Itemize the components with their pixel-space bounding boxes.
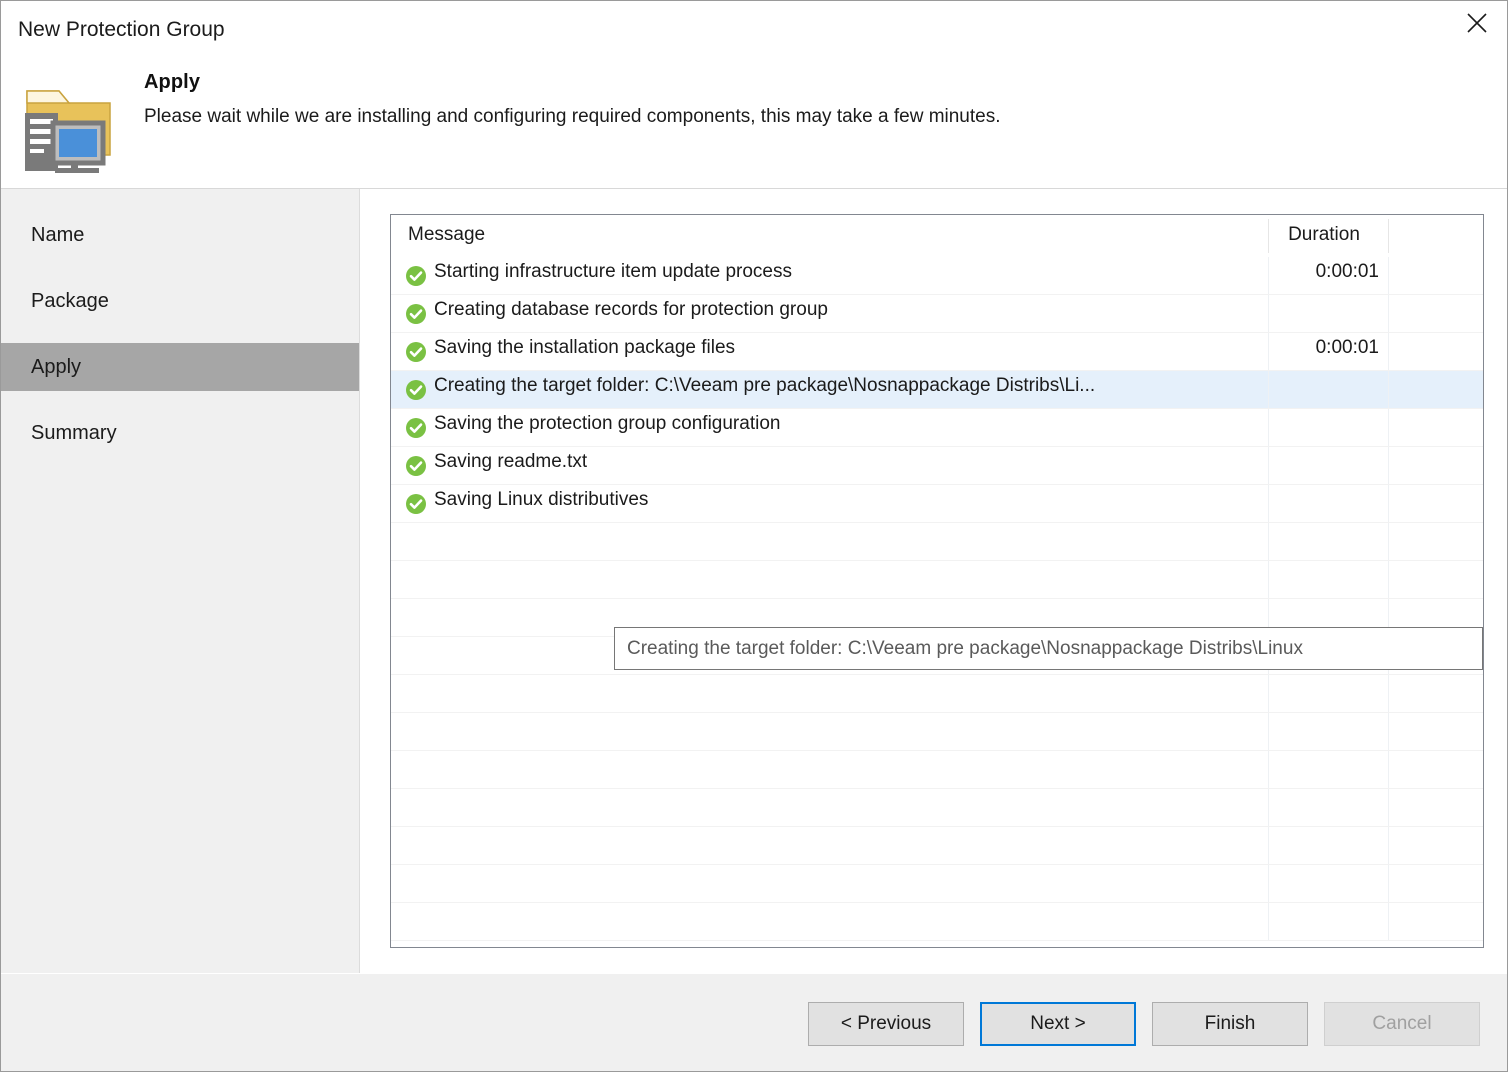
success-check-icon [405, 265, 427, 287]
column-divider [1268, 523, 1269, 560]
header-divider-2 [1388, 219, 1389, 253]
column-divider [1268, 713, 1269, 750]
tooltip: Creating the target folder: C:\Veeam pre… [614, 627, 1483, 670]
previous-button[interactable]: < Previous [808, 1002, 964, 1046]
column-divider [1388, 561, 1389, 598]
progress-list[interactable]: Message Duration Starting infrastructure… [390, 214, 1484, 948]
column-divider [1268, 485, 1269, 522]
success-check-icon [405, 303, 427, 325]
column-divider [1388, 751, 1389, 788]
column-divider [1268, 827, 1269, 864]
row-message: Creating database records for protection… [434, 299, 828, 320]
column-divider [1388, 827, 1389, 864]
column-divider [1268, 903, 1269, 940]
success-check-icon [405, 455, 427, 477]
next-button[interactable]: Next > [980, 1002, 1136, 1046]
table-row-empty [391, 865, 1483, 903]
column-divider [1268, 865, 1269, 902]
row-duration: 0:00:01 [1315, 261, 1379, 282]
table-row[interactable]: Starting infrastructure item update proc… [391, 257, 1483, 295]
success-check-icon [405, 379, 427, 401]
wizard-step-sidebar: Name Package Apply Summary [1, 189, 360, 973]
column-divider [1388, 675, 1389, 712]
success-check-icon [405, 493, 427, 515]
table-row-empty [391, 675, 1483, 713]
column-divider [1388, 903, 1389, 940]
table-row-empty [391, 523, 1483, 561]
new-protection-group-dialog: New Protection Group Apply Please wait w… [0, 0, 1508, 1072]
column-divider [1268, 561, 1269, 598]
table-row[interactable]: Saving the protection group configuratio… [391, 409, 1483, 447]
column-divider [1388, 409, 1389, 446]
table-row[interactable]: Creating database records for protection… [391, 295, 1483, 333]
row-message: Saving Linux distributives [434, 489, 649, 510]
column-divider [1388, 295, 1389, 332]
dialog-footer: < Previous Next > Finish Cancel [1, 973, 1507, 1071]
success-check-icon [405, 341, 427, 363]
table-row[interactable]: Creating the target folder: C:\Veeam pre… [391, 371, 1483, 409]
success-check-icon [405, 417, 427, 439]
row-message: Saving readme.txt [434, 451, 588, 472]
column-header-message[interactable]: Message [408, 224, 485, 246]
column-divider [1268, 295, 1269, 332]
column-divider [1268, 675, 1269, 712]
page-subtitle: Please wait while we are installing and … [144, 106, 1001, 127]
column-divider [1388, 865, 1389, 902]
table-row[interactable]: Saving the installation package files 0:0… [391, 333, 1483, 371]
close-icon[interactable] [1447, 1, 1507, 45]
table-row-empty [391, 561, 1483, 599]
table-row-empty [391, 903, 1483, 941]
table-row[interactable]: Saving readme.txt [391, 447, 1483, 485]
sidebar-item-name[interactable]: Name [1, 211, 359, 259]
list-header: Message Duration [391, 215, 1483, 258]
column-divider [1388, 333, 1389, 370]
cancel-button: Cancel [1324, 1002, 1480, 1046]
dialog-body: Name Package Apply Summary Message Duration… [1, 189, 1507, 973]
column-divider [1388, 257, 1389, 294]
column-divider [1268, 751, 1269, 788]
sidebar-item-package[interactable]: Package [1, 277, 359, 325]
table-row-empty [391, 751, 1483, 789]
column-divider [1388, 789, 1389, 826]
protection-group-folder-icon [15, 73, 121, 174]
table-row-empty [391, 713, 1483, 751]
column-divider [1388, 371, 1389, 408]
title-bar: New Protection Group [1, 1, 1507, 63]
column-divider [1388, 713, 1389, 750]
sidebar-item-summary[interactable]: Summary [1, 409, 359, 457]
page-title: Apply [144, 71, 201, 93]
row-duration: 0:00:01 [1315, 337, 1379, 358]
column-divider [1388, 447, 1389, 484]
column-header-duration[interactable]: Duration [1269, 224, 1379, 246]
table-row[interactable]: Saving Linux distributives [391, 485, 1483, 523]
list-rows: Starting infrastructure item update proc… [391, 257, 1483, 947]
column-divider [1268, 371, 1269, 408]
column-divider [1388, 485, 1389, 522]
column-divider [1388, 523, 1389, 560]
column-divider [1268, 789, 1269, 826]
column-divider [1268, 409, 1269, 446]
row-message: Starting infrastructure item update proc… [434, 261, 793, 282]
finish-button[interactable]: Finish [1152, 1002, 1308, 1046]
sidebar-item-apply[interactable]: Apply [1, 343, 359, 391]
row-message: Saving the installation package files [434, 337, 736, 358]
row-message: Saving the protection group configuratio… [434, 413, 781, 434]
dialog-header: Apply Please wait while we are installin… [1, 63, 1507, 188]
column-divider [1268, 447, 1269, 484]
row-message: Creating the target folder: C:\Veeam pre… [434, 375, 1096, 396]
table-row-empty [391, 827, 1483, 865]
table-row-empty [391, 789, 1483, 827]
window-title: New Protection Group [18, 18, 225, 41]
